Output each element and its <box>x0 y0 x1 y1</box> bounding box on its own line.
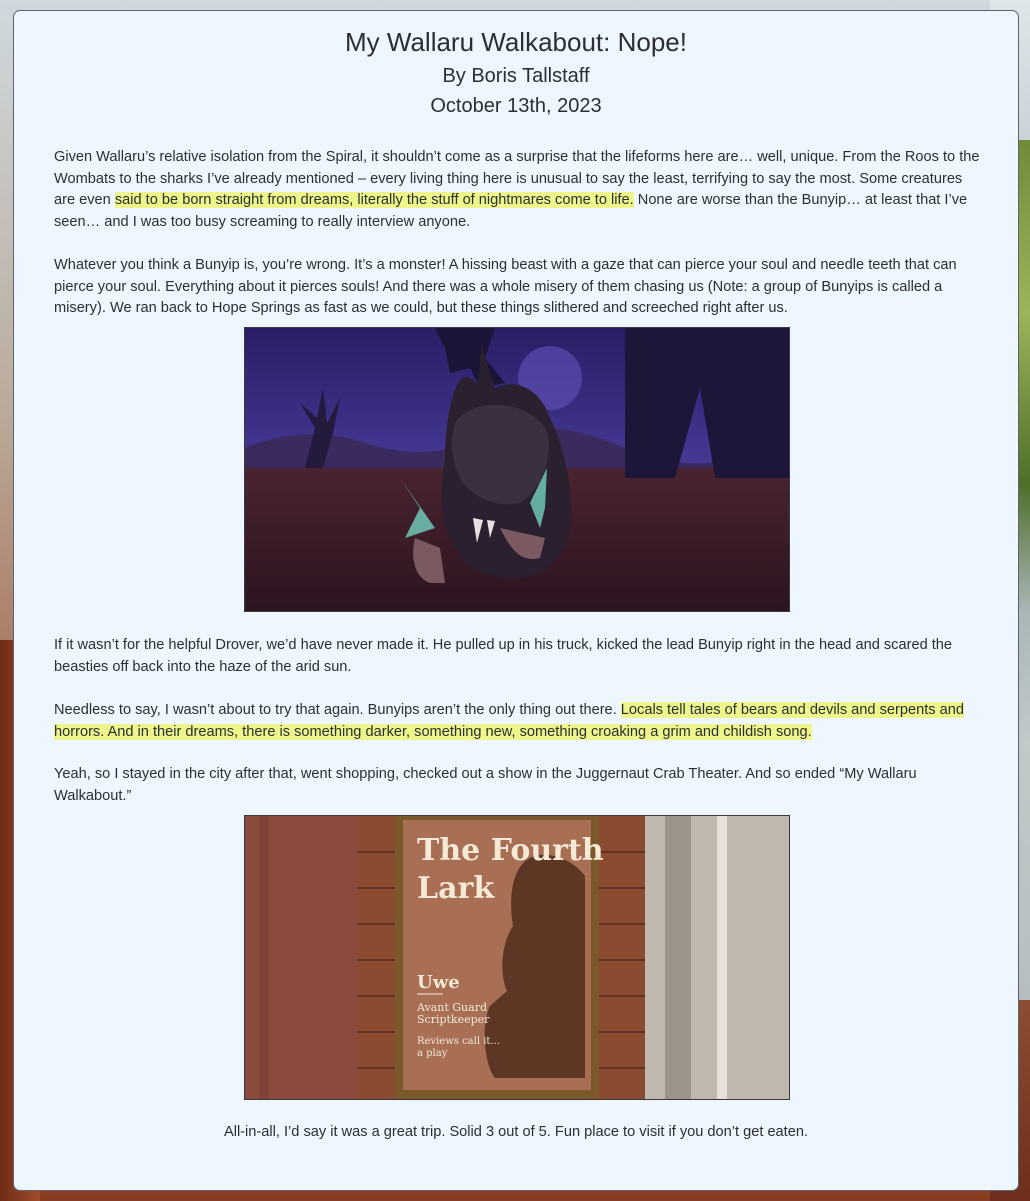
paragraph-4: Needless to say, I wasn’t about to try t… <box>54 700 980 743</box>
poster-title-line1: The Fourth <box>417 833 604 868</box>
poster-tag-line1: Reviews call it... <box>417 1036 500 1047</box>
closing-line: All-in-all, I’d say it was a great trip.… <box>223 1124 809 1140</box>
article-panel: My Wallaru Walkabout: Nope! By Boris Tal… <box>13 10 1019 1191</box>
article-title: My Wallaru Walkabout: Nope! <box>345 27 687 57</box>
poster-role-line2: Scriptkeeper <box>417 1013 490 1026</box>
paragraph-3: If it wasn’t for the helpful Drover, we’… <box>54 637 953 675</box>
paragraph-1: Given Wallaru’s relative isolation from … <box>54 147 980 233</box>
bunyip-image <box>244 327 790 612</box>
article-date: October 13th, 2023 <box>430 95 602 117</box>
article-author: By Boris Tallstaff <box>442 65 590 87</box>
paragraph-4-text-a: Needless to say, I wasn’t about to try t… <box>54 702 621 718</box>
poster-tag-line2: a play <box>417 1048 448 1059</box>
poster-name: Uwe <box>417 972 460 993</box>
theater-poster-image: The Fourth Lark Uwe Avant Guard Scriptke… <box>244 815 790 1100</box>
poster-title-line2: Lark <box>417 871 495 906</box>
paragraph-5: Yeah, so I stayed in the city after that… <box>54 766 917 804</box>
paragraph-1-highlight: said to be born straight from dreams, li… <box>114 192 634 209</box>
paragraph-2: Whatever you think a Bunyip is, you’re w… <box>54 257 957 317</box>
